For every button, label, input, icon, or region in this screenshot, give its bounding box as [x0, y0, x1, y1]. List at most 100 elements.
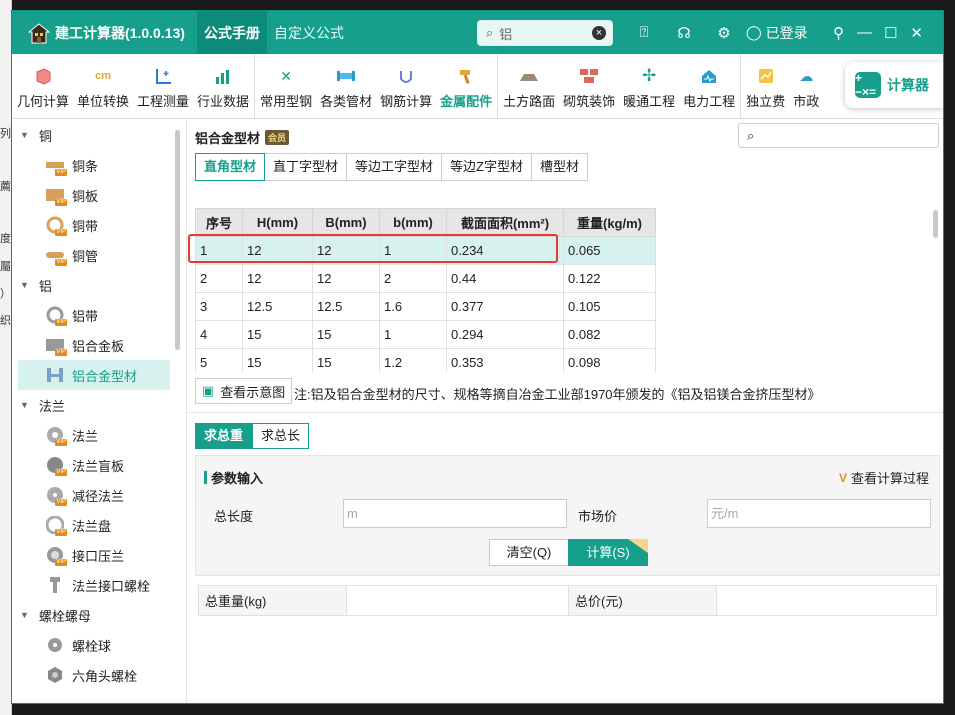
col-header[interactable]: 重量(kg/m)	[563, 208, 656, 237]
table-row[interactable]: 4 15 15 1 0.294 0.082	[195, 320, 656, 349]
col-header[interactable]: B(mm)	[312, 208, 380, 237]
wrench-icon: ✕	[280, 67, 292, 84]
market-price-input[interactable]: 元/m	[707, 499, 931, 528]
toolbar-electric[interactable]: 电力工程	[679, 54, 739, 118]
col-header[interactable]: 截面面积(mm²)	[446, 208, 564, 237]
view-process-link[interactable]: V 查看计算过程	[839, 468, 929, 487]
headset-icon[interactable]: ☊	[664, 24, 704, 42]
sidebar-item-blind-flange[interactable]: VIP 法兰盲板	[12, 450, 186, 480]
chart-icon	[213, 66, 233, 86]
tab-formula-manual[interactable]: 公式手册	[197, 11, 267, 54]
clear-button[interactable]: 清空(Q)	[489, 539, 569, 566]
minimize-button[interactable]: —	[852, 24, 878, 41]
flange-icon: VIP	[46, 426, 67, 446]
item-label: 铜管	[72, 248, 99, 264]
toolbar-masonry[interactable]: 砌筑装饰	[559, 54, 619, 118]
sidebar-item-copper-pipe[interactable]: VIP 铜管	[12, 240, 186, 270]
cell: 0.44	[446, 264, 564, 293]
gear-icon[interactable]: ⚙	[704, 24, 744, 42]
sidebar-cat-copper[interactable]: ▼ 铜	[12, 120, 186, 150]
cube-icon	[33, 66, 53, 86]
bg-char: ）	[0, 288, 11, 300]
view-diagram-button[interactable]: ▣ 查看示意图	[195, 378, 293, 404]
col-header[interactable]: b(mm)	[379, 208, 447, 237]
table-row[interactable]: 2 12 12 2 0.44 0.122	[195, 264, 656, 293]
param-heading: 参数输入	[204, 468, 263, 487]
main-scrollbar[interactable]	[933, 210, 938, 238]
toolbar-unit-convert[interactable]: cm 单位转换	[73, 54, 133, 118]
toolbar-hvac[interactable]: ✢ 暖通工程	[619, 54, 679, 118]
toolbar-municipal[interactable]: ☁ 市政	[789, 54, 823, 118]
main-search-input[interactable]: ⌕	[738, 123, 939, 148]
title-icons: ⍰ ☊ ⚙ ◯ 已登录 ⚲ — ☐ ✕	[624, 11, 930, 54]
sidebar-item-flange-bolt[interactable]: 法兰接口螺栓	[12, 570, 186, 600]
sidebar-item-gland-flange[interactable]: VIP 接口压兰	[12, 540, 186, 570]
flange-icon: VIP	[46, 486, 67, 506]
cell: 0.353	[446, 348, 564, 372]
toolbar-industry-data[interactable]: 行业数据	[193, 54, 253, 118]
sidebar-item-aluminum-plate[interactable]: VIP 铝合金板	[12, 330, 186, 360]
sidebar-item-bolt-ball[interactable]: 螺栓球	[12, 630, 186, 660]
toolbar-earthwork[interactable]: 土方路面	[499, 54, 559, 118]
toolbar-rebar[interactable]: 钢筋计算	[376, 54, 436, 118]
search-input[interactable]: 铝	[499, 24, 512, 43]
cat-label: 螺栓螺母	[38, 608, 91, 624]
table-row[interactable]: 5 15 15 1.2 0.353 0.098	[195, 348, 656, 372]
profile-table: 序号 H(mm) B(mm) b(mm) 截面面积(mm²) 重量(kg/m) …	[195, 208, 656, 372]
toolbar-survey[interactable]: 工程测量	[133, 54, 193, 118]
sidebar-cat-bolts[interactable]: ▼ 螺栓螺母	[12, 600, 186, 630]
app-logo: 建工计算器(1.0.0.13)	[12, 22, 197, 44]
tab-custom-formula[interactable]: 自定义公式	[267, 11, 351, 54]
highlight-annotation	[188, 234, 558, 263]
app-window: 建工计算器(1.0.0.13) 公式手册 自定义公式 ⌕ 铝 × ⍰ ☊ ⚙ ◯…	[11, 10, 944, 704]
cell: 4	[195, 320, 243, 349]
sidebar-cat-flange[interactable]: ▼ 法兰	[12, 390, 186, 420]
sidebar-scrollbar[interactable]	[175, 130, 180, 350]
login-status[interactable]: ◯ 已登录	[746, 23, 808, 43]
divider	[188, 412, 943, 413]
pin-icon[interactable]: ⚲	[826, 24, 852, 42]
sidebar-item-aluminum-strip[interactable]: VIP 铝带	[12, 300, 186, 330]
table-row[interactable]: 3 12.5 12.5 1.6 0.377 0.105	[195, 292, 656, 321]
sidebar-item-aluminum-profile[interactable]: 铝合金型材	[18, 360, 170, 390]
tab-total-weight[interactable]: 求总重	[195, 423, 253, 449]
item-label: 螺栓球	[72, 638, 112, 654]
sidebar-cat-aluminum[interactable]: ▼ 铝	[12, 270, 186, 300]
sidebar-item-reducing-flange[interactable]: VIP 减径法兰	[12, 480, 186, 510]
sidebar-item-flange-plate[interactable]: VIP 法兰盘	[12, 510, 186, 540]
sidebar-item-copper-plate[interactable]: VIP 铜板	[12, 180, 186, 210]
main-panel: 铝合金型材 会员 ⌕ 直角型材 直丁字型材 等边工字型材 等边Z字型材 槽型材 序…	[188, 120, 943, 703]
sidebar-item-copper-bar[interactable]: VIP 铜条	[12, 150, 186, 180]
col-header[interactable]: H(mm)	[242, 208, 313, 237]
toolbar-metal-parts[interactable]: 金属配件	[436, 54, 496, 118]
toolbar-pipes[interactable]: 各类管材	[316, 54, 376, 118]
clear-search-icon[interactable]: ×	[592, 26, 606, 40]
calculate-button[interactable]: 计算(S)	[568, 539, 648, 566]
maximize-button[interactable]: ☐	[878, 24, 904, 42]
tab-total-length[interactable]: 求总长	[252, 423, 310, 449]
search-box[interactable]: ⌕ 铝 ×	[477, 20, 613, 46]
calculator-button[interactable]: +−×= 计算器	[845, 62, 943, 108]
toolbar-label: 行业数据	[197, 94, 250, 109]
help-icon[interactable]: ⍰	[624, 24, 664, 41]
toolbar-label: 各类管材	[320, 94, 373, 109]
total-length-input[interactable]: m	[343, 499, 567, 528]
toolbar-label: 常用型钢	[260, 94, 313, 109]
plate-icon: VIP	[46, 186, 67, 206]
col-header[interactable]: 序号	[195, 208, 243, 237]
toolbar-geometry[interactable]: 几何计算	[13, 54, 73, 118]
cell: 5	[195, 348, 243, 372]
result-table: 总重量(kg) 总价(元)	[198, 585, 937, 616]
toolbar-independent-fee[interactable]: 独立费	[742, 54, 789, 118]
close-button[interactable]: ✕	[904, 24, 930, 42]
cell: 0.098	[563, 348, 656, 372]
sidebar-item-copper-strip[interactable]: VIP 铜带	[12, 210, 186, 240]
toolbar-group-4: 独立费 ☁ 市政	[741, 54, 824, 118]
cell: 0.294	[446, 320, 564, 349]
toolbar-steel[interactable]: ✕ 常用型钢	[256, 54, 316, 118]
sidebar-item-hex-bolt[interactable]: 六角头螺栓	[12, 660, 186, 690]
ball-icon	[46, 636, 64, 654]
view-process-label: 查看计算过程	[850, 471, 929, 486]
sidebar-item-flange[interactable]: VIP 法兰	[12, 420, 186, 450]
search-icon: ⌕	[486, 25, 494, 40]
